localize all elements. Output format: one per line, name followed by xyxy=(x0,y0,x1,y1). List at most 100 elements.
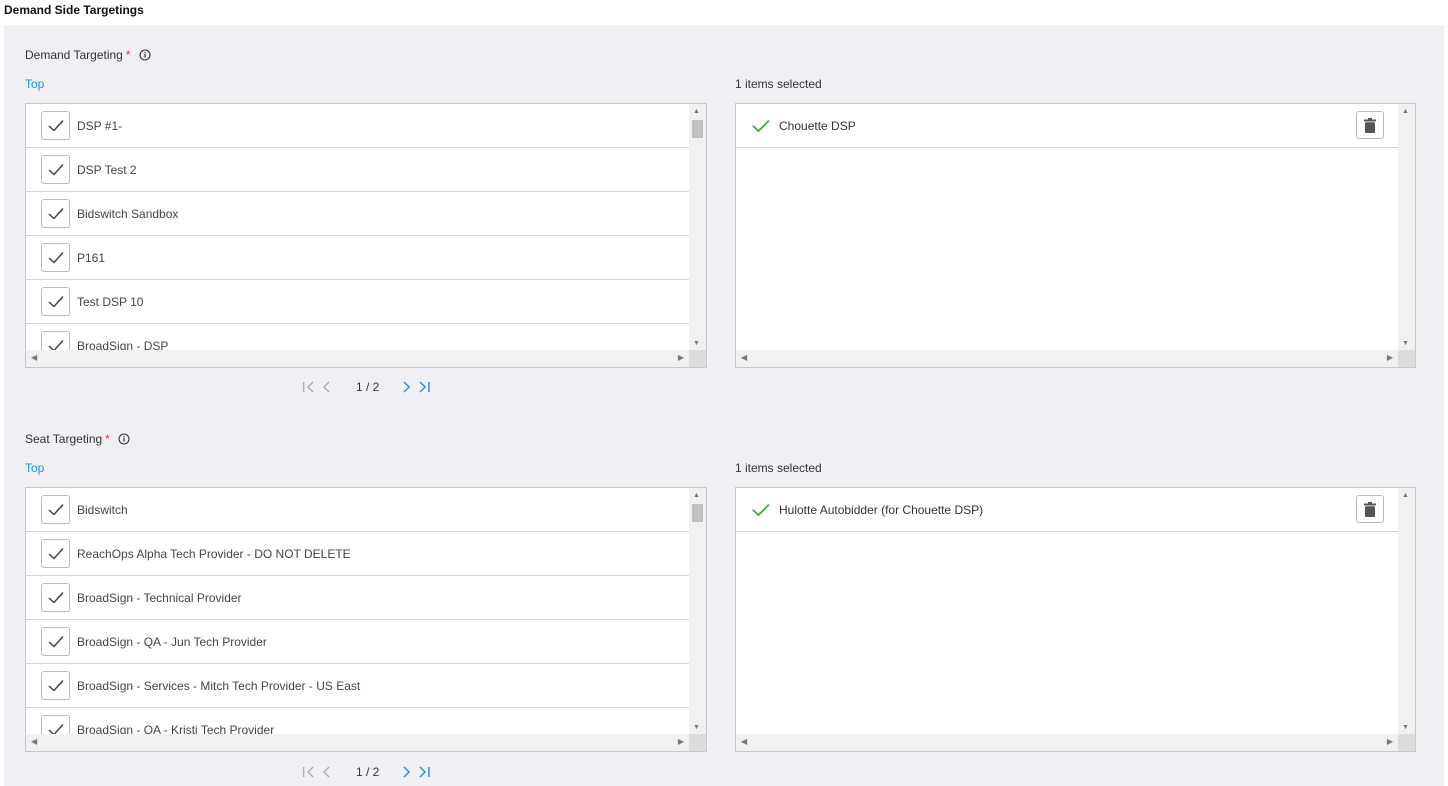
checkmark-icon[interactable] xyxy=(41,671,70,700)
chevron-right-icon xyxy=(403,381,411,393)
checkmark-icon[interactable] xyxy=(41,495,70,524)
scroll-left-icon[interactable]: ◀ xyxy=(31,353,37,362)
vertical-scrollbar[interactable]: ▲ ▼ xyxy=(689,104,706,350)
demand-top-link[interactable]: Top xyxy=(25,77,44,91)
list-item-label: ReachOps Alpha Tech Provider - DO NOT DE… xyxy=(77,546,351,561)
scroll-right-icon[interactable]: ▶ xyxy=(1387,353,1393,362)
list-item[interactable]: DSP #1- xyxy=(26,104,689,148)
scroll-up-icon[interactable]: ▲ xyxy=(693,108,700,115)
green-check-icon xyxy=(752,503,770,516)
checkmark-icon[interactable] xyxy=(41,111,70,140)
seat-pager: 1 / 2 xyxy=(300,764,433,780)
info-icon[interactable] xyxy=(138,49,151,61)
vertical-scrollbar[interactable]: ▲ ▼ xyxy=(1398,104,1415,350)
next-page-button[interactable] xyxy=(397,379,415,395)
list-item-label: BroadSign - Technical Provider xyxy=(77,590,242,605)
scroll-down-icon[interactable]: ▼ xyxy=(693,724,700,731)
seat-targeting-label: Seat Targeting * xyxy=(25,432,130,446)
targeting-panel: Demand Targeting * Top 1 items selected … xyxy=(4,25,1444,786)
checkmark-icon[interactable] xyxy=(41,539,70,568)
seat-top-link[interactable]: Top xyxy=(25,461,44,475)
scrollbar-corner xyxy=(689,350,706,367)
checkmark-icon[interactable] xyxy=(41,155,70,184)
first-page-icon xyxy=(303,766,314,778)
list-item-label: BroadSign - Services - Mitch Tech Provid… xyxy=(77,678,361,693)
demand-selected-list[interactable]: Chouette DSP ▲ ▼ ◀ ▶ xyxy=(735,103,1416,368)
scroll-down-icon[interactable]: ▼ xyxy=(693,340,700,347)
scroll-thumb[interactable] xyxy=(692,120,703,138)
scroll-thumb[interactable] xyxy=(692,504,703,522)
demand-targeting-title: Demand Targeting xyxy=(25,48,123,62)
scroll-up-icon[interactable]: ▲ xyxy=(693,492,700,499)
delete-button[interactable] xyxy=(1356,111,1384,139)
prev-page-button[interactable] xyxy=(318,764,336,780)
horizontal-scrollbar[interactable]: ◀ ▶ xyxy=(26,734,690,751)
chevron-left-icon xyxy=(323,766,330,778)
seat-available-list[interactable]: Bidswitch ReachOps Alpha Tech Provider -… xyxy=(25,487,707,752)
scroll-left-icon[interactable]: ◀ xyxy=(31,737,37,746)
list-item[interactable]: BroadSign - Services - Mitch Tech Provid… xyxy=(26,664,689,708)
last-page-button[interactable] xyxy=(415,764,433,780)
scrollbar-corner xyxy=(1398,734,1415,751)
selected-item-label: Hulotte Autobidder (for Chouette DSP) xyxy=(779,502,984,517)
trash-icon xyxy=(1364,501,1376,517)
first-page-button[interactable] xyxy=(300,379,318,395)
scroll-down-icon[interactable]: ▼ xyxy=(1402,340,1409,347)
horizontal-scrollbar[interactable]: ◀ ▶ xyxy=(26,350,690,367)
chevron-left-icon xyxy=(323,381,330,393)
checkmark-icon[interactable] xyxy=(41,199,70,228)
page-indicator: 1 / 2 xyxy=(356,765,380,779)
seat-targeting-title: Seat Targeting xyxy=(25,432,103,446)
scroll-down-icon[interactable]: ▼ xyxy=(1402,724,1409,731)
first-page-icon xyxy=(303,381,314,393)
list-item[interactable]: P161 xyxy=(26,236,689,280)
list-item[interactable]: ReachOps Alpha Tech Provider - DO NOT DE… xyxy=(26,532,689,576)
checkmark-icon[interactable] xyxy=(41,287,70,316)
checkmark-icon[interactable] xyxy=(41,243,70,272)
horizontal-scrollbar[interactable]: ◀ ▶ xyxy=(736,734,1399,751)
list-item-label: P161 xyxy=(77,250,106,265)
scroll-left-icon[interactable]: ◀ xyxy=(741,737,747,746)
list-item-label: Bidswitch Sandbox xyxy=(77,206,179,221)
list-item[interactable]: Bidswitch Sandbox xyxy=(26,192,689,236)
trash-icon xyxy=(1364,117,1376,133)
list-item-label: Bidswitch xyxy=(77,502,128,517)
scrollbar-corner xyxy=(689,734,706,751)
required-marker: * xyxy=(105,432,110,446)
scroll-right-icon[interactable]: ▶ xyxy=(1387,737,1393,746)
list-item[interactable]: DSP Test 2 xyxy=(26,148,689,192)
scroll-left-icon[interactable]: ◀ xyxy=(741,353,747,362)
demand-pager: 1 / 2 xyxy=(300,379,433,395)
demand-selected-count: 1 items selected xyxy=(735,77,822,91)
list-item[interactable]: BroadSign - QA - Jun Tech Provider xyxy=(26,620,689,664)
scroll-right-icon[interactable]: ▶ xyxy=(678,353,684,362)
list-item[interactable]: Test DSP 10 xyxy=(26,280,689,324)
list-item[interactable]: Bidswitch xyxy=(26,488,689,532)
page-indicator: 1 / 2 xyxy=(356,380,380,394)
vertical-scrollbar[interactable]: ▲ ▼ xyxy=(689,488,706,734)
vertical-scrollbar[interactable]: ▲ ▼ xyxy=(1398,488,1415,734)
next-page-button[interactable] xyxy=(397,764,415,780)
required-marker: * xyxy=(125,48,131,62)
seat-selected-list[interactable]: Hulotte Autobidder (for Chouette DSP) ▲ ▼… xyxy=(735,487,1416,752)
last-page-button[interactable] xyxy=(415,379,433,395)
info-icon[interactable] xyxy=(118,433,130,445)
page-title: Demand Side Targetings xyxy=(4,3,144,17)
selected-item: Hulotte Autobidder (for Chouette DSP) xyxy=(736,488,1398,532)
scroll-up-icon[interactable]: ▲ xyxy=(1402,108,1409,115)
checkmark-icon[interactable] xyxy=(41,627,70,656)
checkmark-icon[interactable] xyxy=(41,583,70,612)
scroll-right-icon[interactable]: ▶ xyxy=(678,737,684,746)
demand-available-list[interactable]: DSP #1- DSP Test 2 Bidswitch Sandbox P16… xyxy=(25,103,707,368)
prev-page-button[interactable] xyxy=(318,379,336,395)
selected-item: Chouette DSP xyxy=(736,104,1398,148)
list-item-label: DSP Test 2 xyxy=(77,162,137,177)
scroll-up-icon[interactable]: ▲ xyxy=(1402,492,1409,499)
first-page-button[interactable] xyxy=(300,764,318,780)
seat-selected-count: 1 items selected xyxy=(735,461,822,475)
list-item-label: BroadSign - QA - Jun Tech Provider xyxy=(77,634,267,649)
delete-button[interactable] xyxy=(1356,495,1384,523)
list-item[interactable]: BroadSign - Technical Provider xyxy=(26,576,689,620)
last-page-icon xyxy=(419,766,431,778)
horizontal-scrollbar[interactable]: ◀ ▶ xyxy=(736,350,1399,367)
